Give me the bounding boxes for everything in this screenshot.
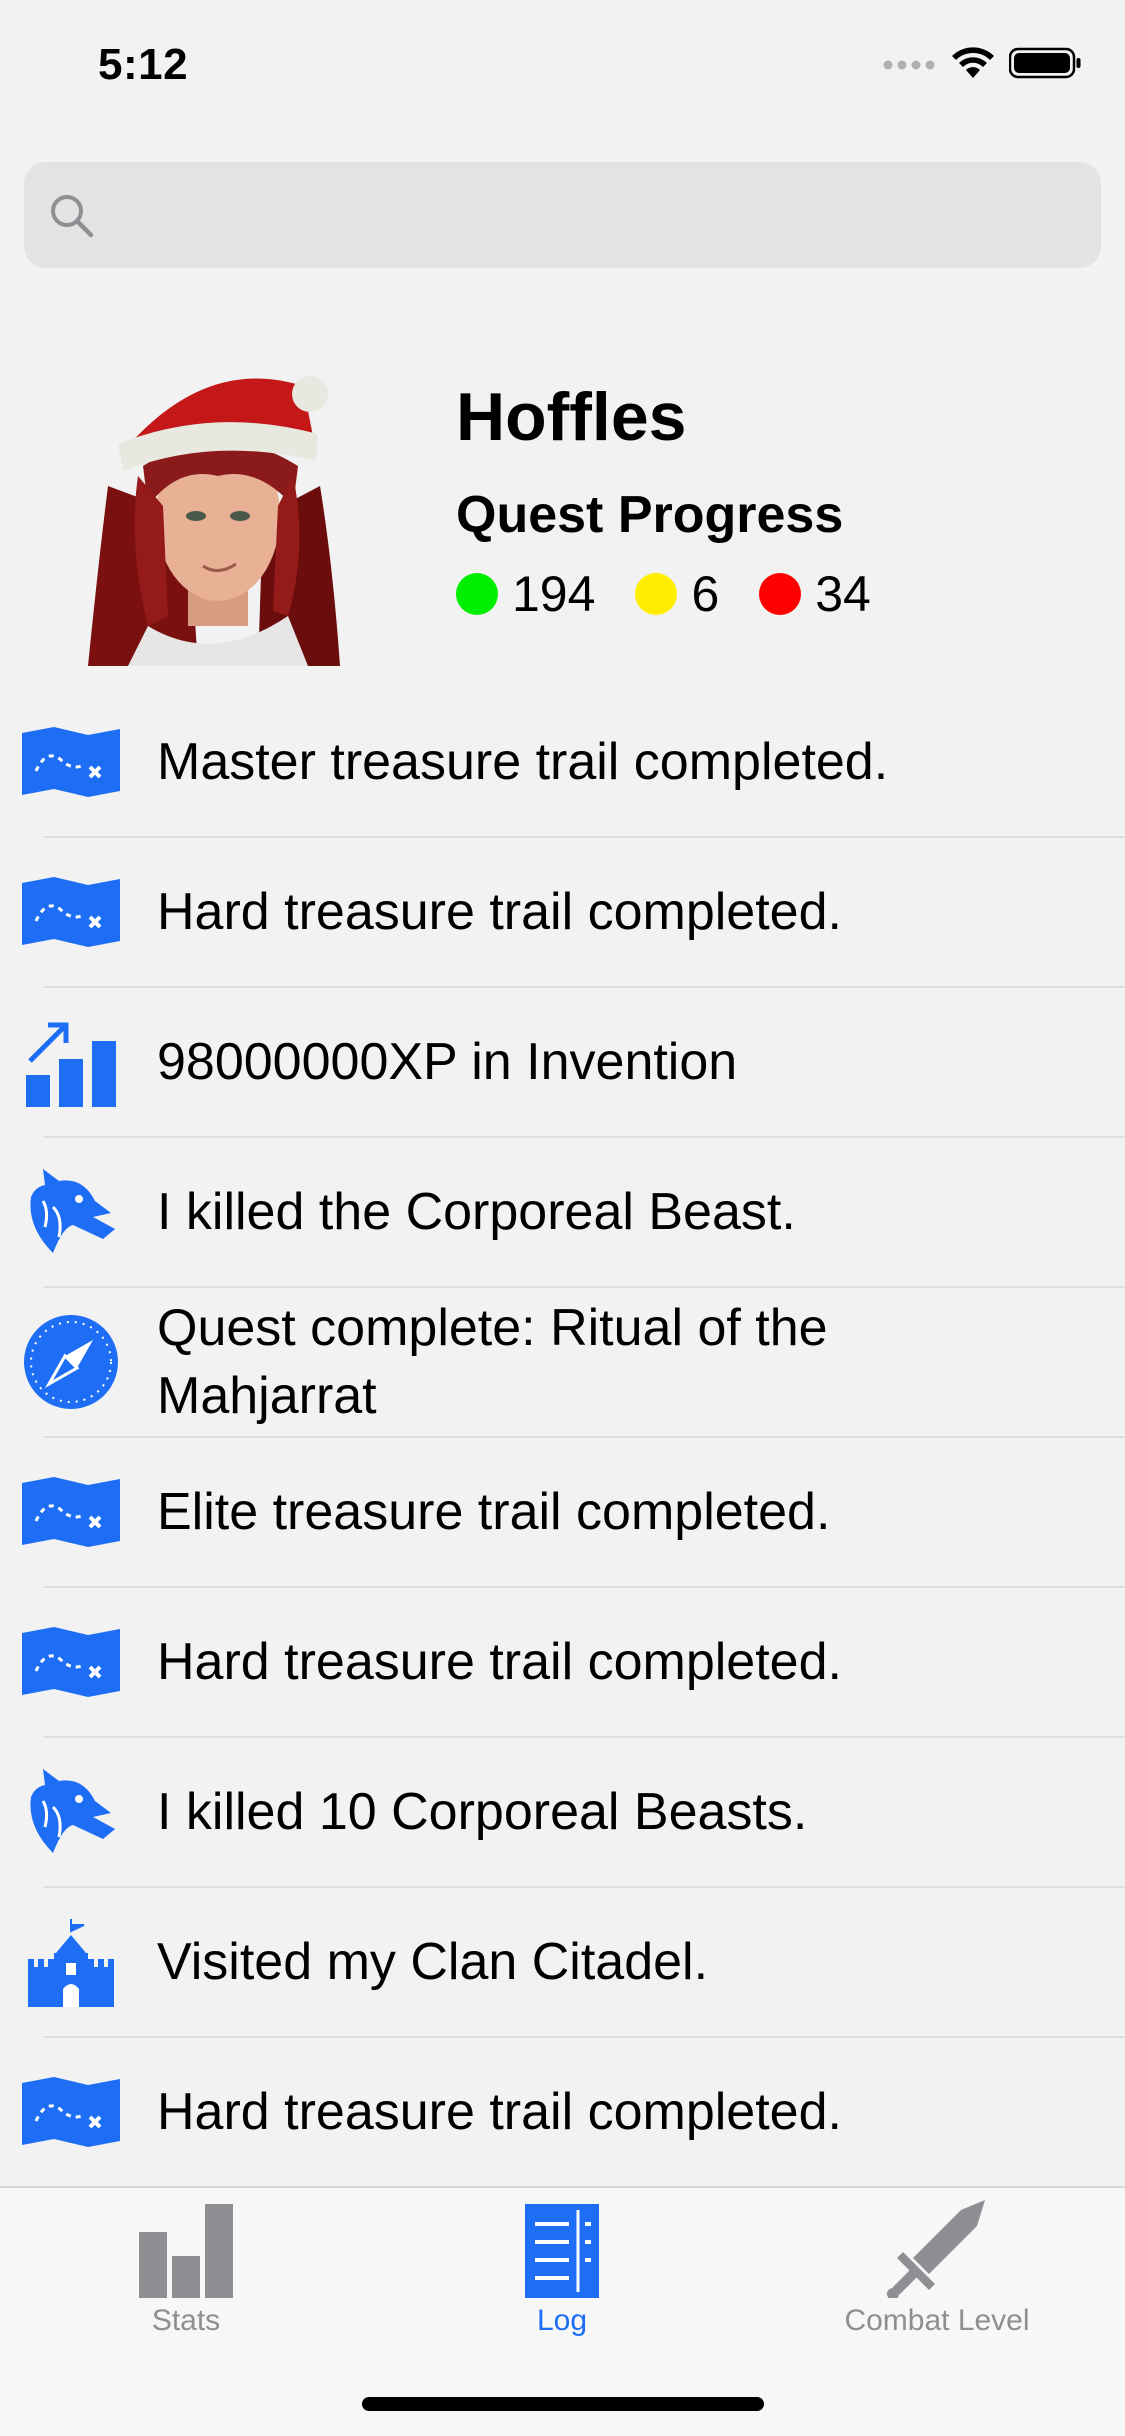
list-item[interactable]: Visited my Clan Citadel.	[28, 1888, 1125, 2038]
search-bar[interactable]	[24, 162, 1101, 268]
list-item[interactable]: Quest complete: Ritual of the Mahjarrat	[24, 1288, 1125, 1438]
yellow-dot-icon	[635, 573, 678, 615]
tab-combat-level[interactable]: Combat Level	[812, 2188, 1062, 2338]
signal-icon	[883, 60, 935, 70]
treasure-map-icon	[22, 1613, 120, 1711]
list-item[interactable]: Master treasure trail completed.	[22, 720, 1125, 838]
quest-counts: 194 6 34	[456, 565, 911, 623]
treasure-map-icon	[22, 720, 120, 811]
castle-icon	[22, 1913, 120, 2011]
status-time: 5:12	[98, 40, 189, 89]
search-input[interactable]	[114, 162, 1081, 268]
home-indicator[interactable]	[362, 2397, 764, 2411]
treasure-map-icon	[22, 1463, 120, 1561]
log-text: I killed 10 Corporeal Beasts.	[157, 1783, 808, 1841]
log-text: 98000000XP in Invention	[157, 1033, 738, 1091]
dragon-icon	[22, 1763, 120, 1861]
profile-header: Hoffles Quest Progress 194 6 34	[0, 330, 1125, 720]
log-text: Quest complete: Ritual of the Mahjarrat	[157, 1299, 828, 1425]
list-item[interactable]: I killed 10 Corporeal Beasts.	[30, 1738, 1125, 1888]
sword-icon	[887, 2200, 985, 2298]
status-icons	[883, 46, 1083, 80]
green-dot-icon	[456, 573, 498, 615]
activity-log-list[interactable]: Master treasure trail completed. Hard tr…	[0, 720, 1125, 2188]
quest-progress-title: Quest Progress	[456, 486, 844, 544]
quest-started-value: 6	[691, 566, 720, 622]
tab-combat-level-label: Combat Level	[844, 2304, 1030, 2337]
log-book-icon	[525, 2204, 599, 2298]
list-item[interactable]: Elite treasure trail completed.	[22, 1438, 1125, 1588]
bar-chart-icon	[139, 2204, 233, 2298]
xp-chart-icon	[22, 1013, 120, 1111]
quest-not-started-value: 34	[815, 566, 871, 622]
log-text: I killed the Corporeal Beast.	[157, 1183, 796, 1241]
tab-log-label: Log	[536, 2304, 588, 2337]
list-item[interactable]: I killed the Corporeal Beast.	[30, 1138, 1125, 1288]
battery-icon	[1009, 47, 1081, 79]
treasure-map-icon	[22, 2063, 120, 2161]
tab-stats[interactable]: Stats	[96, 2188, 276, 2338]
log-text: Elite treasure trail completed.	[157, 1483, 831, 1541]
quest-not-started-count: 34	[759, 565, 871, 623]
list-item[interactable]: Hard treasure trail completed.	[22, 2038, 1125, 2188]
search-icon	[51, 195, 94, 238]
red-dot-icon	[759, 573, 802, 615]
quest-complete-value: 194	[512, 566, 596, 622]
dragon-icon	[22, 1163, 120, 1261]
list-item[interactable]: 98000000XP in Invention	[26, 988, 1125, 1138]
quest-complete-count: 194	[456, 565, 595, 623]
list-item[interactable]: Hard treasure trail completed.	[22, 838, 1125, 988]
compass-icon	[22, 1313, 120, 1411]
log-text: Hard treasure trail completed.	[157, 1633, 842, 1691]
log-text: Hard treasure trail completed.	[157, 2083, 842, 2141]
tab-log[interactable]: Log	[472, 2188, 652, 2338]
player-name: Hoffles	[456, 379, 687, 455]
treasure-map-icon	[22, 863, 120, 961]
quest-started-count: 6	[635, 565, 719, 623]
log-text: Visited my Clan Citadel.	[157, 1933, 709, 1991]
status-bar: 5:12	[0, 0, 1125, 132]
avatar	[88, 366, 340, 666]
wifi-icon	[952, 47, 994, 78]
log-text: Master treasure trail completed.	[157, 733, 889, 791]
tab-stats-label: Stats	[151, 2304, 221, 2337]
log-text: Hard treasure trail completed.	[157, 883, 842, 941]
list-item[interactable]: Hard treasure trail completed.	[22, 1588, 1125, 1738]
